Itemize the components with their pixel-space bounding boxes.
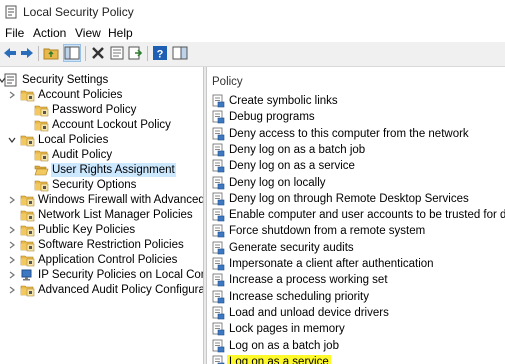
menu-file[interactable]: File <box>5 26 24 40</box>
tree-item-label: Local Policies <box>38 134 109 146</box>
expand-right-icon[interactable] <box>8 286 16 294</box>
column-header-policy[interactable]: Policy <box>212 76 243 88</box>
up-folder-icon[interactable] <box>43 45 59 61</box>
expand-right-icon[interactable] <box>8 226 16 234</box>
show-hide-icon[interactable] <box>172 45 188 61</box>
folder-icon <box>20 210 35 222</box>
policy-name: Deny log on through Remote Desktop Servi… <box>229 192 469 205</box>
console-tree: Security Settings Account Policies Passwor… <box>0 70 203 364</box>
tree-item-label: Account Lockout Policy <box>52 119 171 131</box>
folder-icon <box>20 195 35 207</box>
folder-open-icon <box>34 165 49 176</box>
policy-name: Generate security audits <box>229 241 354 254</box>
policy-name: Log on as a service <box>227 354 331 364</box>
folder-icon <box>20 255 35 267</box>
policy-document-icon <box>212 273 225 287</box>
expand-right-icon[interactable] <box>8 91 16 99</box>
policy-name: Increase a process working set <box>229 274 388 287</box>
expand-right-icon[interactable] <box>8 241 16 249</box>
policy-document-icon <box>212 224 225 238</box>
forward-arrow-icon[interactable] <box>19 45 35 61</box>
expand-right-icon[interactable] <box>8 271 16 279</box>
tree-item-label: Audit Policy <box>52 149 113 161</box>
help-icon[interactable]: ? <box>152 45 168 61</box>
policy-name: Deny log on as a batch job <box>229 143 366 156</box>
policy-name: Force shutdown from a remote system <box>229 225 426 238</box>
policy-document-icon <box>212 159 225 173</box>
policy-name: Increase scheduling priority <box>229 290 369 303</box>
menu-action[interactable]: Action <box>33 26 66 40</box>
policy-name: Deny log on as a service <box>229 160 355 173</box>
ip-security-icon <box>21 269 32 281</box>
policy-document-icon <box>212 306 225 320</box>
folder-icon <box>20 90 35 102</box>
policy-name: Debug programs <box>229 111 315 124</box>
security-settings-icon <box>4 73 17 87</box>
tree-item-label: Network List Manager Policies <box>38 209 193 221</box>
policy-document-icon <box>212 127 225 140</box>
tree-item-label: Advanced Audit Policy Configuration <box>38 284 203 296</box>
folder-icon <box>34 180 49 192</box>
tree-item-label: User Rights Assignment <box>51 163 176 177</box>
window-title: Local Security Policy <box>23 5 134 19</box>
delete-icon[interactable] <box>90 45 106 61</box>
policy-document-icon <box>212 339 225 352</box>
expand-down-icon[interactable] <box>8 136 16 144</box>
policy-document-icon <box>212 355 225 364</box>
expand-right-icon[interactable] <box>8 196 16 204</box>
toolbar: ? <box>0 42 505 67</box>
policy-document-icon <box>212 94 225 108</box>
policy-name: Impersonate a client after authenticatio… <box>229 258 434 270</box>
policy-document-icon <box>212 208 225 222</box>
tree-item-label: Password Policy <box>52 104 137 116</box>
menu-view[interactable]: View <box>75 26 101 40</box>
folder-icon <box>20 135 35 147</box>
policy-document-icon <box>212 322 225 336</box>
policy-list: Policy Create symbolic links Debug progra… <box>207 70 505 364</box>
folder-icon <box>34 120 49 132</box>
tree-item-label: Security Options <box>52 179 137 191</box>
policy-document-icon <box>212 110 225 124</box>
policy-name: Log on as a batch job <box>229 339 339 352</box>
policy-name: Deny access to this computer from the ne… <box>229 127 469 140</box>
policy-document-icon <box>212 143 225 157</box>
menu-bar: File Action View Help <box>0 24 505 42</box>
folder-icon <box>34 150 49 162</box>
back-arrow-icon[interactable] <box>2 45 18 61</box>
properties-icon[interactable] <box>109 45 125 61</box>
export-list-icon[interactable] <box>127 45 143 61</box>
tree-item-label: Software Restriction Policies <box>38 239 184 251</box>
tree-item-label: Account Policies <box>38 89 123 101</box>
policy-name: Lock pages in memory <box>229 323 345 336</box>
policy-document-icon <box>212 176 225 189</box>
svg-text:?: ? <box>157 49 164 61</box>
console-tree-icon[interactable] <box>63 44 81 62</box>
menu-help[interactable]: Help <box>108 26 133 40</box>
tree-item-label: Windows Firewall with Advanced Secu <box>38 194 203 206</box>
policy-document-icon <box>212 290 225 303</box>
policy-document-icon <box>212 257 225 271</box>
tree-item-label: Application Control Policies <box>38 254 178 266</box>
policy-document-icon <box>212 192 225 206</box>
tree-item-label: IP Security Policies on Local Compute <box>38 269 203 281</box>
folder-icon <box>20 225 35 237</box>
tree-item-label: Security Settings <box>22 74 109 86</box>
policy-name: Create symbolic links <box>229 95 338 107</box>
policy-name: Load and unload device drivers <box>229 306 389 319</box>
folder-icon <box>34 105 49 117</box>
expand-right-icon[interactable] <box>8 256 16 264</box>
title-bar: Local Security Policy <box>0 0 505 24</box>
tree-item-label: Public Key Policies <box>38 224 136 236</box>
policy-document-icon <box>212 241 225 254</box>
folder-icon <box>20 240 35 252</box>
policy-name: Enable computer and user accounts to be … <box>229 209 505 222</box>
policy-name: Deny log on locally <box>229 176 326 189</box>
policy-app-icon <box>5 5 17 19</box>
folder-icon <box>20 285 35 297</box>
